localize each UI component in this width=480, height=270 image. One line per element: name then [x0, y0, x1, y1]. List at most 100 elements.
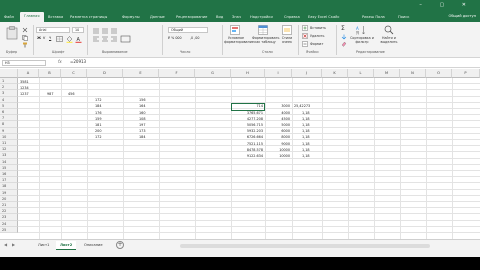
insert-cells-button[interactable]: Вставить [310, 26, 326, 30]
cell-d4[interactable]: 172 [95, 97, 101, 103]
find-select-icon[interactable] [384, 25, 394, 35]
format-cells-button[interactable]: Формат [310, 42, 323, 46]
clear-icon[interactable] [341, 41, 347, 47]
cell-j3[interactable]: 25,42273 [294, 103, 310, 109]
cell-h5[interactable]: 4277.208 [232, 116, 263, 122]
add-sheet-icon[interactable]: + [116, 241, 124, 249]
cell-j5[interactable]: 1,18 [302, 116, 310, 122]
column-header[interactable]: G [195, 69, 231, 78]
share-button[interactable]: Общий доступ [449, 12, 476, 21]
conditional-format-button[interactable]: Условное форматирование [224, 36, 254, 44]
column-header[interactable]: M [374, 69, 400, 78]
tab-data[interactable]: Данные [150, 13, 165, 22]
cell-d5[interactable]: 184 [95, 103, 101, 109]
row-header[interactable]: 25 [0, 226, 18, 233]
cell-i11[interactable]: 10000 [266, 153, 290, 159]
cell-h10[interactable]: 8478.578 [232, 147, 263, 153]
column-header[interactable]: P [452, 69, 480, 78]
cell-b3[interactable]: 987 [47, 91, 53, 97]
column-header[interactable]: A [18, 69, 39, 78]
column-header[interactable]: K [322, 69, 348, 78]
column-header[interactable]: O [426, 69, 452, 78]
tab-easy-excel[interactable]: Easy Excel Скайс [308, 13, 339, 22]
select-all-corner[interactable] [0, 69, 18, 78]
tab-search[interactable]: Поиск [398, 13, 409, 22]
cell-styles-icon[interactable] [282, 25, 292, 35]
cell-d6[interactable]: 176 [95, 110, 101, 116]
cell-a1[interactable]: 3581 [20, 79, 29, 85]
font-size-select[interactable]: 10 [72, 27, 84, 33]
tab-page-layout[interactable]: Разметка страницы [70, 13, 107, 22]
decimal-buttons[interactable]: ,0 ,00 [190, 36, 199, 40]
next-sheet-icon[interactable]: ▶ [12, 242, 15, 247]
cell-h6[interactable]: 5056.715 [232, 122, 263, 128]
tab-file[interactable]: Файл [4, 13, 14, 22]
fx-icon[interactable]: fx [58, 59, 62, 64]
alignment-icons[interactable] [92, 27, 132, 43]
cell-i3[interactable]: 3000 [266, 103, 290, 109]
cell-i7[interactable]: 6000 [266, 128, 290, 134]
name-box[interactable]: H3 [2, 60, 46, 66]
column-header[interactable]: F [159, 69, 195, 78]
cell-h3[interactable]: 714 [232, 103, 263, 109]
worksheet-grid[interactable]: A B C D E F G H I J K L M N O P 12345678… [0, 69, 480, 239]
column-header[interactable]: E [123, 69, 159, 78]
find-select-button[interactable]: Найти и выделить [378, 36, 400, 44]
tab-insert[interactable]: Вставка [48, 13, 63, 22]
column-header[interactable]: J [292, 69, 322, 78]
underline-button[interactable]: Ч [49, 36, 51, 40]
sort-filter-button[interactable]: Сортировка и фильтр [350, 36, 374, 44]
column-header[interactable]: B [39, 69, 61, 78]
cell-e5[interactable]: 164 [139, 103, 145, 109]
cell-i10[interactable]: 10000 [266, 147, 290, 153]
sheet-tab-1[interactable]: Лист1 [34, 241, 53, 250]
cell-e8[interactable]: 197 [139, 122, 145, 128]
cell-d9[interactable]: 200 [95, 128, 101, 134]
currency-button[interactable]: ₽ % 000 [168, 36, 182, 40]
tab-formulas[interactable]: Формулы [122, 13, 140, 22]
fill-icon[interactable] [341, 34, 347, 40]
cell-d7[interactable]: 159 [95, 116, 101, 122]
tab-view[interactable]: Вид [216, 13, 223, 22]
tab-home[interactable]: Главная [20, 12, 44, 22]
cell-i5[interactable]: 4500 [266, 116, 290, 122]
borders-icon[interactable] [56, 36, 63, 42]
cell-a3[interactable]: 1237 [20, 91, 29, 97]
prev-sheet-icon[interactable]: ◀ [4, 242, 7, 247]
cell-j6[interactable]: 1,18 [302, 122, 310, 128]
format-table-icon[interactable] [258, 25, 268, 35]
format-painter-icon[interactable] [22, 42, 28, 48]
cell-h7[interactable]: 5932.203 [232, 128, 263, 134]
font-name-select[interactable]: Arial [36, 27, 70, 33]
copy-icon[interactable] [22, 35, 28, 41]
sheet-tab-description[interactable]: Описание [80, 241, 107, 250]
cell-j11[interactable]: 1,18 [302, 153, 310, 159]
number-format-select[interactable]: Общий [168, 27, 208, 33]
tab-custom[interactable]: Рикеш Пола [362, 13, 385, 22]
cell-a2[interactable]: 1234 [20, 85, 29, 91]
autosum-icon[interactable]: Σ [341, 25, 345, 32]
column-header[interactable]: H [231, 69, 265, 78]
cell-e9[interactable]: 173 [139, 128, 145, 134]
cell-e4[interactable]: 156 [139, 97, 145, 103]
cell-d8[interactable]: 181 [95, 122, 101, 128]
cell-e10[interactable]: 184 [139, 134, 145, 140]
cell-h11[interactable]: 9122.634 [232, 153, 263, 159]
cell-i8[interactable]: 8000 [266, 134, 290, 140]
paste-icon[interactable] [6, 26, 18, 40]
cell-i4[interactable]: 4000 [266, 110, 290, 116]
cell-j7[interactable]: 1,18 [302, 128, 310, 134]
cell-i6[interactable]: 5000 [266, 122, 290, 128]
cell-e6[interactable]: 160 [139, 110, 145, 116]
conditional-format-icon[interactable] [230, 25, 240, 35]
font-color-icon[interactable]: A [75, 36, 82, 43]
cell-j10[interactable]: 1,18 [302, 147, 310, 153]
column-header[interactable]: L [348, 69, 374, 78]
tab-help[interactable]: Справка [284, 13, 300, 22]
sheet-tab-2[interactable]: Лист2 [56, 241, 77, 250]
horizontal-scrollbar[interactable] [180, 244, 430, 248]
cell-e7[interactable]: 108 [139, 116, 145, 122]
italic-button[interactable]: К [43, 36, 45, 40]
bold-button[interactable]: Ж [37, 36, 41, 40]
formula-input[interactable]: =20913 [70, 59, 86, 64]
